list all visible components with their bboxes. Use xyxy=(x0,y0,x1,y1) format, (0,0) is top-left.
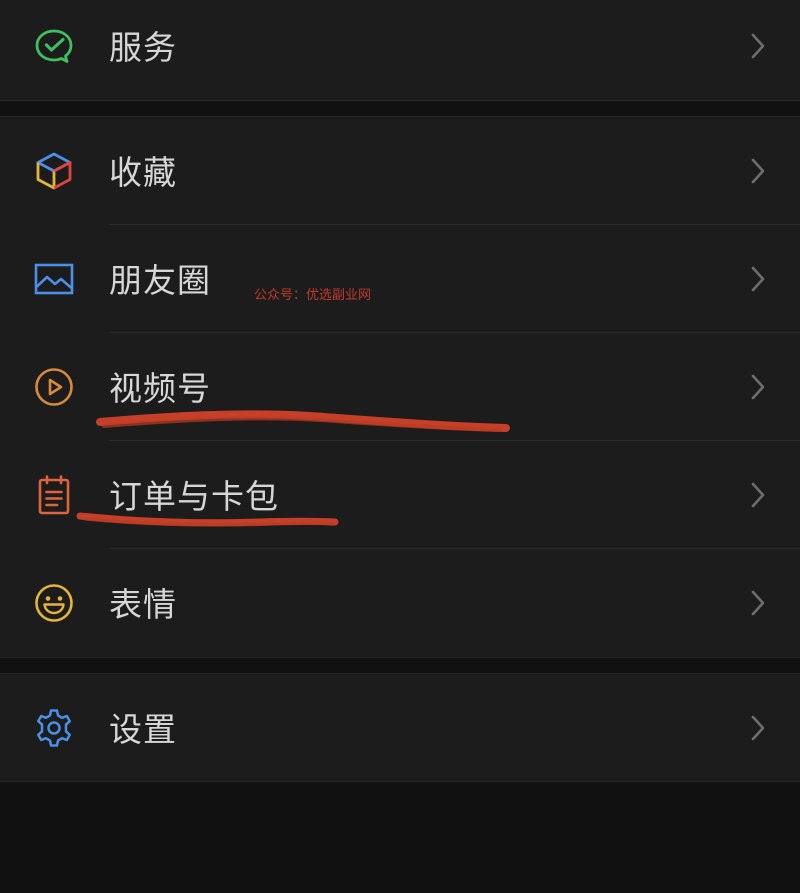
menu-item-label: 朋友圈 xyxy=(109,261,211,301)
favorites-cube-icon xyxy=(33,150,75,192)
menu-item-services[interactable]: 服务 xyxy=(0,0,800,100)
orders-clipboard-icon xyxy=(33,474,75,516)
menu-item-label: 订单与卡包 xyxy=(109,477,279,517)
me-page: 服务 收藏 朋友圈 视频号 订单与卡包 表情 设置 公众号：优选副业网 xyxy=(0,0,800,893)
menu-item-stickers[interactable]: 表情 xyxy=(0,549,800,657)
menu-item-label: 表情 xyxy=(109,585,177,625)
sticker-smile-icon xyxy=(33,582,75,624)
wechat-pay-icon xyxy=(33,25,75,67)
watermark-text: 公众号：优选副业网 xyxy=(254,288,372,303)
settings-gear-icon xyxy=(33,707,75,749)
menu-item-label: 收藏 xyxy=(109,153,177,193)
menu-item-label: 视频号 xyxy=(109,369,211,409)
chevron-right-icon xyxy=(748,480,768,510)
menu-item-channels[interactable]: 视频号 xyxy=(0,333,800,441)
chevron-right-icon xyxy=(748,372,768,402)
menu-item-moments[interactable]: 朋友圈 xyxy=(0,225,800,333)
moments-image-icon xyxy=(33,258,75,300)
chevron-right-icon xyxy=(748,156,768,186)
chevron-right-icon xyxy=(748,713,768,743)
menu-item-settings[interactable]: 设置 xyxy=(0,674,800,781)
menu-item-label: 服务 xyxy=(109,27,177,67)
group-settings: 设置 xyxy=(0,673,800,782)
chevron-right-icon xyxy=(748,31,768,61)
menu-item-orders-cards[interactable]: 订单与卡包 xyxy=(0,441,800,549)
chevron-right-icon xyxy=(748,588,768,618)
group-main: 收藏 朋友圈 视频号 订单与卡包 表情 xyxy=(0,116,800,658)
menu-item-label: 设置 xyxy=(109,709,177,749)
menu-item-favorites[interactable]: 收藏 xyxy=(0,117,800,225)
group-services: 服务 xyxy=(0,0,800,101)
channels-play-icon xyxy=(33,366,75,408)
chevron-right-icon xyxy=(748,264,768,294)
